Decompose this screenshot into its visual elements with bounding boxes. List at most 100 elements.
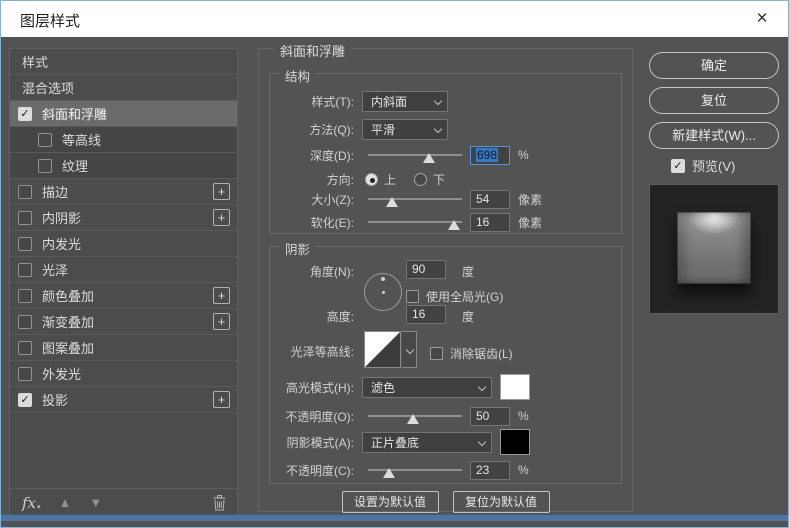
soften-slider-thumb[interactable] xyxy=(448,220,461,230)
effect-row-8[interactable]: 光泽 xyxy=(10,257,237,283)
size-input[interactable]: 54 xyxy=(470,189,510,209)
highlight-mode-select[interactable]: 滤色 xyxy=(362,376,492,398)
depth-slider-thumb[interactable] xyxy=(423,153,436,163)
delete-effect-icon[interactable] xyxy=(212,494,227,511)
gloss-contour-picker[interactable] xyxy=(364,331,401,368)
set-default-button[interactable]: 设置为默认值 xyxy=(341,491,439,513)
add-effect-icon[interactable]: + xyxy=(213,183,230,200)
size-slider[interactable] xyxy=(368,191,462,207)
effect-row-7[interactable]: 内发光 xyxy=(10,231,237,257)
effect-label: 纹理 xyxy=(62,159,89,174)
effect-checkbox[interactable] xyxy=(18,366,32,381)
style-preview-thumbnail xyxy=(677,212,751,284)
effect-checkbox[interactable]: ✓ xyxy=(18,106,32,121)
effect-row-9[interactable]: 颜色叠加 + xyxy=(10,283,237,309)
use-global-light-label: 使用全局光(G) xyxy=(426,289,504,304)
anti-alias-label: 消除锯齿(L) xyxy=(450,346,513,361)
panel-title: 斜面和浮雕 xyxy=(275,41,351,60)
highlight-opacity-slider[interactable] xyxy=(368,408,462,424)
effect-row-6[interactable]: 内阴影 + xyxy=(10,205,237,231)
highlight-mode-value: 滤色 xyxy=(371,380,396,395)
fx-icon[interactable]: fx xyxy=(22,494,36,512)
add-effect-icon[interactable]: + xyxy=(213,391,230,408)
reset-default-button[interactable]: 复位为默认值 xyxy=(452,491,550,513)
effect-checkbox[interactable] xyxy=(18,262,32,277)
bevel-emboss-panel: 斜面和浮雕 结构 样式(T): 内斜面 方法(Q): 平滑 深度(D): 698… xyxy=(258,41,633,513)
ok-button[interactable]: 确定 xyxy=(649,52,779,79)
highlight-opacity-label: 不透明度(O): xyxy=(285,409,354,424)
effect-checkbox[interactable] xyxy=(38,132,52,147)
shadow-color-swatch[interactable] xyxy=(500,429,530,455)
structure-group: 结构 样式(T): 内斜面 方法(Q): 平滑 深度(D): 698 % 方向:… xyxy=(269,66,622,234)
direction-up-radio[interactable] xyxy=(365,172,378,186)
effect-checkbox[interactable] xyxy=(18,314,32,329)
use-global-light-checkbox[interactable] xyxy=(406,289,419,303)
effect-label: 外发光 xyxy=(42,367,82,382)
add-effect-icon[interactable]: + xyxy=(213,209,230,226)
gloss-contour-dropdown[interactable] xyxy=(402,331,417,368)
chevron-down-icon xyxy=(405,345,415,355)
shadow-mode-select[interactable]: 正片叠底 xyxy=(362,431,492,453)
highlight-opacity-input[interactable]: 50 xyxy=(470,406,510,426)
shading-group: 阴影 角度(N): 90 度 使用全局光(G) 高度: 16 度 光泽等高线: … xyxy=(269,239,622,484)
effect-checkbox[interactable] xyxy=(18,288,32,303)
effect-checkbox[interactable] xyxy=(18,184,32,199)
size-slider-track xyxy=(368,198,462,200)
soften-unit: 像素 xyxy=(518,215,543,230)
add-effect-icon[interactable]: + xyxy=(213,313,230,330)
style-preview xyxy=(649,184,779,314)
highlight-color-swatch[interactable] xyxy=(500,374,530,400)
depth-slider[interactable] xyxy=(368,147,462,163)
effect-label: 颜色叠加 xyxy=(42,289,95,304)
shadow-mode-value: 正片叠底 xyxy=(371,435,420,450)
altitude-input[interactable]: 16 xyxy=(406,305,446,324)
effect-row-4[interactable]: 纹理 xyxy=(10,153,237,179)
effect-row-5[interactable]: 描边 + xyxy=(10,179,237,205)
effect-row-12[interactable]: 外发光 xyxy=(10,361,237,387)
soften-input[interactable]: 16 xyxy=(470,212,510,232)
depth-input[interactable]: 698 xyxy=(470,145,510,165)
shadow-opacity-input[interactable]: 23 xyxy=(470,460,510,480)
effect-row-2[interactable]: ✓ 斜面和浮雕 xyxy=(10,101,237,127)
add-effect-icon[interactable]: + xyxy=(213,287,230,304)
altitude-unit: 度 xyxy=(462,310,475,324)
effect-row-1[interactable]: 混合选项 xyxy=(10,75,237,101)
move-effect-down-icon[interactable]: ▼ xyxy=(89,495,102,510)
move-effect-up-icon[interactable]: ▲ xyxy=(59,495,72,510)
chevron-down-icon xyxy=(477,382,487,391)
effect-row-3[interactable]: 等高线 xyxy=(10,127,237,153)
reset-button[interactable]: 复位 xyxy=(649,87,779,114)
preview-checkbox[interactable]: ✓ xyxy=(671,158,685,173)
depth-value: 698 xyxy=(476,147,499,162)
shading-group-title: 阴影 xyxy=(280,239,316,258)
dialog-body: 样式 混合选项 ✓ 斜面和浮雕 等高线 纹理 描边 + 内阴影 + 内发光 光泽 颜色叠加 + 渐变叠加 + 图… xyxy=(1,37,788,521)
dialog-title: 图层样式 xyxy=(20,13,81,30)
effect-checkbox[interactable]: ✓ xyxy=(18,392,32,407)
direction-down-label: 下 xyxy=(433,172,446,187)
effect-checkbox[interactable] xyxy=(18,236,32,251)
effect-checkbox[interactable] xyxy=(18,340,32,355)
angle-dial[interactable] xyxy=(364,273,402,311)
anti-alias-checkbox[interactable] xyxy=(430,346,443,360)
new-style-button[interactable]: 新建样式(W)... xyxy=(649,122,779,149)
effect-checkbox[interactable] xyxy=(18,210,32,225)
close-icon[interactable]: × xyxy=(748,6,776,32)
effect-checkbox[interactable] xyxy=(38,158,52,173)
angle-input[interactable]: 90 xyxy=(406,260,446,279)
window-bottom-edge xyxy=(1,514,788,521)
highlight-opacity-unit: % xyxy=(518,409,529,423)
style-select[interactable]: 内斜面 xyxy=(362,90,448,112)
technique-select[interactable]: 平滑 xyxy=(362,118,448,140)
size-slider-thumb[interactable] xyxy=(385,197,398,207)
highlight-opacity-thumb[interactable] xyxy=(407,414,420,424)
soften-slider[interactable] xyxy=(368,214,462,230)
effect-row-13[interactable]: ✓ 投影 + xyxy=(10,387,237,413)
direction-down-radio[interactable] xyxy=(414,172,428,186)
effect-row-10[interactable]: 渐变叠加 + xyxy=(10,309,237,335)
effect-row-0[interactable]: 样式 xyxy=(10,49,237,75)
effect-label: 样式 xyxy=(22,55,49,70)
shadow-opacity-thumb[interactable] xyxy=(382,468,395,478)
shadow-opacity-slider[interactable] xyxy=(368,462,462,478)
angle-unit: 度 xyxy=(462,265,475,279)
effect-row-11[interactable]: 图案叠加 xyxy=(10,335,237,361)
